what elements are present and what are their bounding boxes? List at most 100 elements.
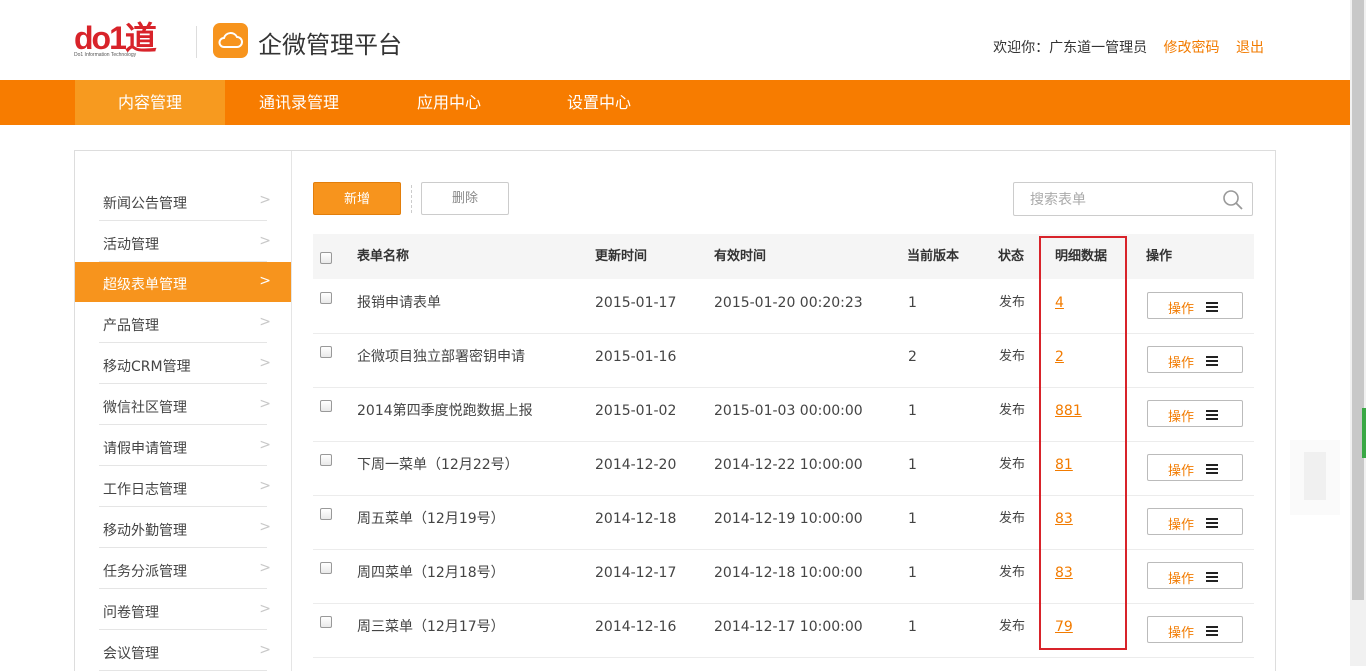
sidebar-item-work-log[interactable]: 工作日志管理 > (75, 467, 291, 507)
valid-time: 2014-12-17 10:00:00 (714, 619, 863, 635)
sidebar-item-label: 新闻公告管理 (103, 196, 187, 212)
side-tab[interactable] (1362, 408, 1366, 458)
sidebar-item-super-form[interactable]: 超级表单管理 > (75, 262, 291, 302)
floating-panel (1290, 440, 1340, 515)
menu-icon (1206, 626, 1218, 636)
action-button[interactable]: 操作 (1147, 562, 1243, 589)
sidebar-item-field-work[interactable]: 移动外勤管理 > (75, 508, 291, 548)
action-button[interactable]: 操作 (1147, 616, 1243, 643)
action-label: 操作 (1168, 572, 1195, 587)
add-button[interactable]: 新增 (313, 182, 401, 215)
chevron-right-icon: > (259, 560, 271, 576)
version: 1 (908, 457, 917, 473)
sidebar-item-activity[interactable]: 活动管理 > (75, 222, 291, 262)
updated-date: 2015-01-16 (595, 349, 677, 365)
header-version: 当前版本 (907, 249, 960, 264)
row-checkbox[interactable] (320, 400, 332, 412)
page-scrollbar[interactable] (1350, 0, 1366, 666)
updated-date: 2014-12-18 (595, 511, 677, 527)
nav-settings-center[interactable]: 设置中心 (524, 80, 674, 125)
sidebar-item-meeting[interactable]: 会议管理 > (75, 631, 291, 671)
sidebar-item-label: 请假申请管理 (103, 441, 187, 457)
delete-button[interactable]: 删除 (421, 182, 509, 215)
nav-contacts-management[interactable]: 通讯录管理 (224, 80, 374, 125)
sidebar-item-label: 活动管理 (103, 237, 159, 253)
action-label: 操作 (1168, 356, 1195, 371)
divider (99, 506, 267, 507)
select-all-checkbox[interactable] (320, 252, 332, 264)
action-label: 操作 (1168, 410, 1195, 425)
sidebar-item-label: 超级表单管理 (103, 277, 187, 293)
chevron-right-icon: > (259, 233, 271, 249)
action-label: 操作 (1168, 464, 1195, 479)
change-password-link[interactable]: 修改密码 (1164, 40, 1220, 56)
nav-app-center[interactable]: 应用中心 (374, 80, 524, 125)
row-checkbox[interactable] (320, 346, 332, 358)
chevron-right-icon: > (259, 642, 271, 658)
valid-time: 2014-12-18 10:00:00 (714, 565, 863, 581)
sidebar: 新闻公告管理 > 活动管理 > 超级表单管理 > 产品管理 > 移动CRM管理 … (75, 151, 292, 671)
menu-icon (1206, 572, 1218, 582)
valid-time: 2015-01-03 00:00:00 (714, 403, 863, 419)
divider (99, 383, 267, 384)
menu-icon (1206, 356, 1218, 366)
chevron-right-icon: > (259, 519, 271, 535)
main-nav: 内容管理 通讯录管理 应用中心 设置中心 (0, 80, 1350, 125)
row-checkbox[interactable] (320, 562, 332, 574)
header-name: 表单名称 (357, 249, 410, 264)
header-valid: 有效时间 (714, 249, 767, 264)
action-button[interactable]: 操作 (1147, 346, 1243, 373)
form-name: 2014第四季度悦跑数据上报 (357, 403, 533, 419)
row-checkbox[interactable] (320, 508, 332, 520)
platform-title: 企微管理平台 (258, 31, 402, 59)
sidebar-item-label: 移动CRM管理 (103, 359, 191, 375)
logo-subtitle: Do1 Information Technology (74, 52, 137, 58)
header-updated: 更新时间 (595, 249, 648, 264)
action-button[interactable]: 操作 (1147, 400, 1243, 427)
detail-column-highlight (1039, 236, 1127, 650)
floating-panel-inner (1304, 452, 1326, 500)
action-button[interactable]: 操作 (1147, 292, 1243, 319)
action-button[interactable]: 操作 (1147, 454, 1243, 481)
scrollbar-thumb[interactable] (1352, 0, 1364, 600)
action-button[interactable]: 操作 (1147, 508, 1243, 535)
divider (99, 588, 267, 589)
search-icon[interactable] (1222, 189, 1244, 211)
chevron-right-icon: > (259, 192, 271, 208)
sidebar-item-leave[interactable]: 请假申请管理 > (75, 426, 291, 466)
version: 1 (908, 295, 917, 311)
status: 发布 (999, 511, 1026, 526)
logout-link[interactable]: 退出 (1236, 40, 1264, 56)
sidebar-item-wechat-community[interactable]: 微信社区管理 > (75, 385, 291, 425)
updated-date: 2014-12-17 (595, 565, 677, 581)
chevron-right-icon: > (259, 478, 271, 494)
sidebar-item-label: 会议管理 (103, 646, 159, 662)
updated-date: 2014-12-16 (595, 619, 677, 635)
do1-logo[interactable]: do1道 Do1 Information Technology (74, 22, 184, 60)
sidebar-item-crm[interactable]: 移动CRM管理 > (75, 344, 291, 384)
logo-divider (196, 26, 197, 58)
action-label: 操作 (1168, 626, 1195, 641)
sidebar-item-task[interactable]: 任务分派管理 > (75, 549, 291, 589)
search-input[interactable] (1028, 189, 1212, 211)
sidebar-item-product[interactable]: 产品管理 > (75, 303, 291, 343)
divider (99, 220, 267, 221)
row-checkbox[interactable] (320, 292, 332, 304)
form-name: 下周一菜单（12月22号） (357, 457, 519, 473)
sidebar-item-survey[interactable]: 问卷管理 > (75, 590, 291, 630)
status: 发布 (999, 457, 1026, 472)
nav-content-management[interactable]: 内容管理 (75, 80, 225, 125)
valid-time: 2014-12-19 10:00:00 (714, 511, 863, 527)
header-action: 操作 (1146, 249, 1173, 264)
divider (99, 629, 267, 630)
sidebar-item-label: 移动外勤管理 (103, 523, 187, 539)
header-status: 状态 (998, 249, 1025, 264)
row-checkbox[interactable] (320, 616, 332, 628)
updated-date: 2015-01-17 (595, 295, 677, 311)
divider (99, 424, 267, 425)
divider (99, 342, 267, 343)
valid-time: 2015-01-20 00:20:23 (714, 295, 863, 311)
chevron-right-icon: > (259, 437, 271, 453)
row-checkbox[interactable] (320, 454, 332, 466)
sidebar-item-news[interactable]: 新闻公告管理 > (75, 181, 291, 221)
